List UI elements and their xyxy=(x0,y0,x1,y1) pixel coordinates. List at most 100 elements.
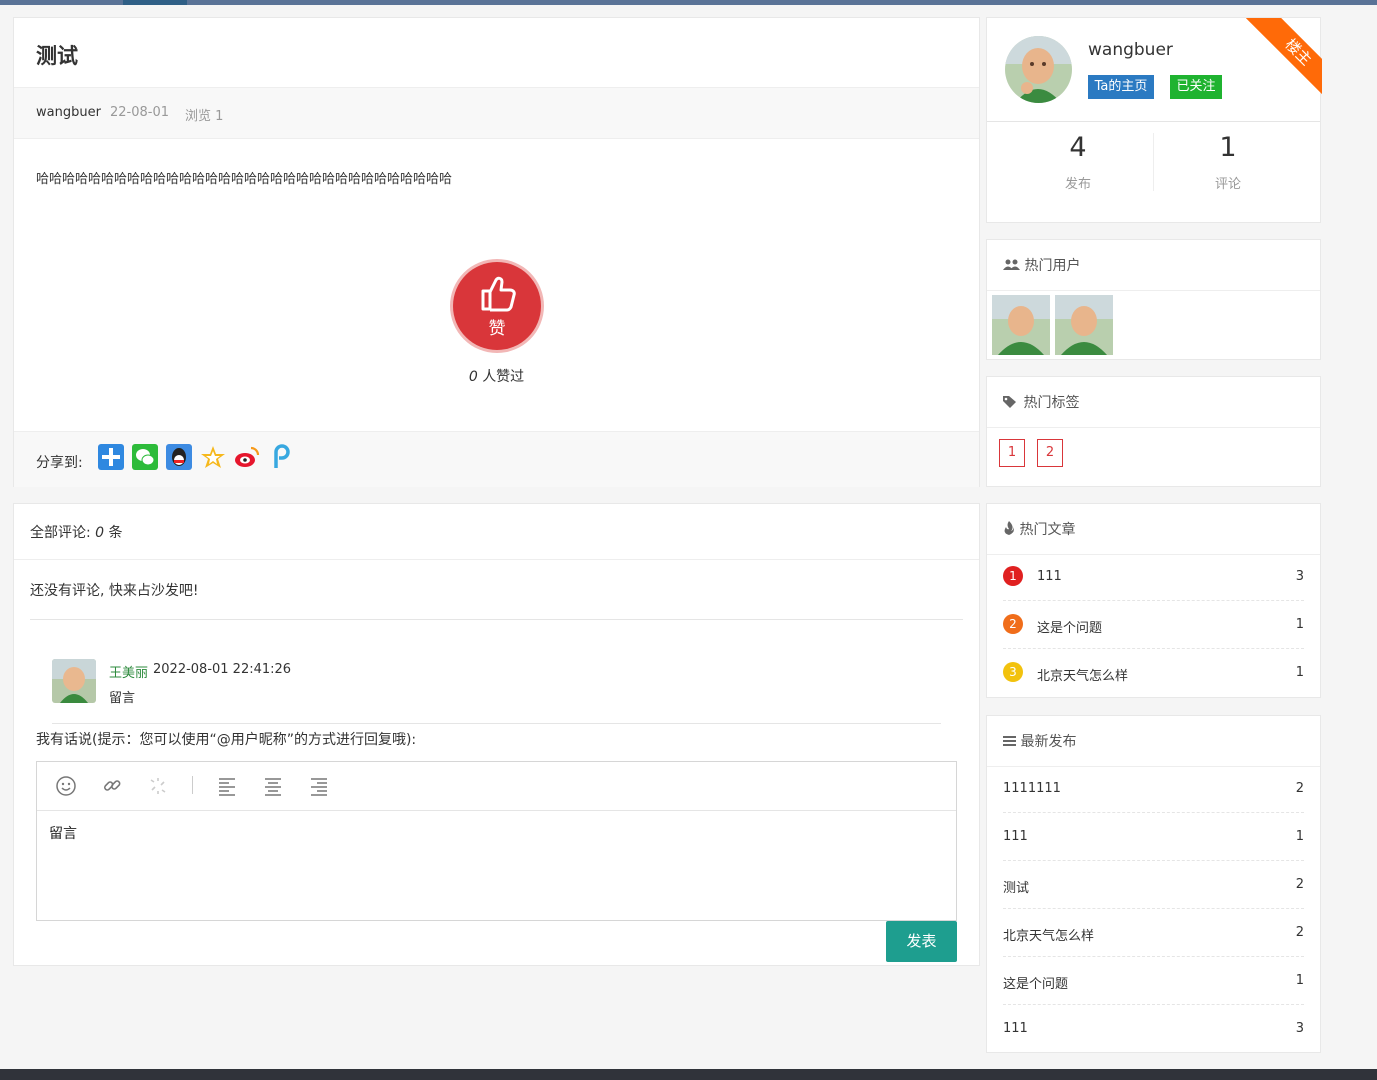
editor-content[interactable]: 留言 xyxy=(49,823,77,843)
rank-badge: 1 xyxy=(1003,566,1023,586)
like-count-suffix: 人赞过 xyxy=(482,369,525,385)
latest-post-title[interactable]: 1111111 xyxy=(1003,781,1061,796)
share-label: 分享到: xyxy=(36,455,83,471)
article-title: 测试 xyxy=(36,44,78,68)
divider xyxy=(987,121,1320,122)
align-right-icon[interactable] xyxy=(307,774,331,798)
owner-ribbon: 楼主 xyxy=(1245,18,1322,95)
latest-post-title[interactable]: 111 xyxy=(1003,1021,1028,1036)
comments-header-suffix: 条 xyxy=(108,525,123,541)
comment-editor: 留言 xyxy=(36,761,957,921)
latest-post-item[interactable]: 111 3 xyxy=(1003,1005,1304,1053)
latest-post-title[interactable]: 111 xyxy=(1003,829,1028,844)
latest-post-item[interactable]: 111 1 xyxy=(1003,813,1304,861)
share-bar: 分享到: xyxy=(14,431,979,487)
hot-article-title[interactable]: 111 xyxy=(1037,569,1062,584)
unlink-icon[interactable] xyxy=(146,774,170,798)
latest-post-count: 1 xyxy=(1295,973,1304,988)
author-homepage-button[interactable]: Ta的主页 xyxy=(1088,75,1154,99)
divider xyxy=(1153,133,1154,191)
pengyou-icon[interactable] xyxy=(268,444,294,470)
latest-posts-title: 最新发布 xyxy=(1020,734,1077,750)
latest-post-title[interactable]: 北京天气怎么样 xyxy=(1003,925,1094,944)
hot-article-item[interactable]: 3 北京天气怎么样 1 xyxy=(1003,649,1304,697)
article-date: 22-08-01 xyxy=(110,105,170,120)
latest-post-count: 2 xyxy=(1295,925,1304,940)
hot-tags-header: 热门标签 xyxy=(1003,392,1079,412)
rank-badge: 3 xyxy=(1003,662,1023,682)
latest-post-title[interactable]: 测试 xyxy=(1003,877,1029,896)
hot-article-count: 1 xyxy=(1295,665,1304,680)
latest-post-item[interactable]: 这是个问题 1 xyxy=(1003,957,1304,1005)
qzone-icon[interactable] xyxy=(200,444,226,470)
tag-chip[interactable]: 1 xyxy=(999,439,1025,467)
link-icon[interactable] xyxy=(100,774,124,798)
divider xyxy=(987,427,1320,428)
hot-articles-title: 热门文章 xyxy=(1019,522,1076,538)
article-panel: 测试 wangbuer 22-08-01 浏览 1 哈哈哈哈哈哈哈哈哈哈哈哈哈哈… xyxy=(13,17,980,487)
hot-users-header: 热门用户 xyxy=(1003,255,1080,275)
reply-avatar[interactable] xyxy=(52,659,96,703)
like-count-value: 0 xyxy=(468,369,478,385)
follow-button[interactable]: 已关注 xyxy=(1170,75,1222,99)
top-nav-active-indicator xyxy=(123,0,187,5)
article-content: 哈哈哈哈哈哈哈哈哈哈哈哈哈哈哈哈哈哈哈哈哈哈哈哈哈哈哈哈哈哈哈哈 xyxy=(36,172,453,187)
stat-posts-label: 发布 xyxy=(1064,177,1091,192)
comments-empty-text: 还没有评论, 快来占沙发吧! xyxy=(30,583,199,599)
rank-badge: 2 xyxy=(1003,614,1023,634)
qq-icon[interactable] xyxy=(166,444,192,470)
latest-posts-header: 最新发布 xyxy=(1003,731,1076,751)
reply-username[interactable]: 王美丽 xyxy=(109,662,148,681)
like-count-text: 0 人赞过 xyxy=(14,366,979,386)
stat-posts-value[interactable]: 4 xyxy=(1018,132,1138,163)
latest-post-item[interactable]: 北京天气怎么样 2 xyxy=(1003,909,1304,957)
hot-tags-panel: 热门标签 1 2 xyxy=(986,376,1321,487)
emoji-icon[interactable] xyxy=(54,774,78,798)
article-meta: wangbuer 22-08-01 浏览 1 xyxy=(14,87,979,139)
divider xyxy=(52,723,941,724)
hot-article-count: 3 xyxy=(1295,569,1304,584)
hot-article-title[interactable]: 北京天气怎么样 xyxy=(1037,665,1128,684)
hot-tags-title: 热门标签 xyxy=(1023,395,1080,411)
fire-icon xyxy=(1004,521,1014,535)
share-more-icon[interactable] xyxy=(98,444,124,470)
latest-post-count: 2 xyxy=(1295,781,1304,796)
hot-article-item[interactable]: 1 111 3 xyxy=(1003,553,1304,601)
hot-articles-panel: 热门文章 1 111 3 2 这是个问题 1 3 北京天气怎么样 1 xyxy=(986,503,1321,698)
list-icon xyxy=(1003,736,1016,746)
align-center-icon[interactable] xyxy=(261,774,285,798)
tag-chip[interactable]: 2 xyxy=(1037,439,1063,467)
article-author[interactable]: wangbuer xyxy=(36,105,101,120)
wechat-icon[interactable] xyxy=(132,444,158,470)
latest-post-item[interactable]: 1111111 2 xyxy=(1003,765,1304,813)
toolbar-separator xyxy=(192,776,193,794)
divider xyxy=(30,619,963,620)
author-avatar[interactable] xyxy=(1005,36,1072,103)
submit-comment-button[interactable]: 发表 xyxy=(886,921,957,962)
editor-toolbar xyxy=(37,762,956,811)
hot-user-avatar[interactable] xyxy=(1055,295,1113,355)
hot-article-item[interactable]: 2 这是个问题 1 xyxy=(1003,601,1304,649)
owner-ribbon-label: 楼主 xyxy=(1246,18,1322,95)
reply-time: 2022-08-01 22:41:26 xyxy=(153,662,292,677)
like-label: 赞 xyxy=(488,319,506,339)
stat-comments-value[interactable]: 1 xyxy=(1168,132,1288,163)
hot-user-avatar[interactable] xyxy=(992,295,1050,355)
hot-users-title: 热门用户 xyxy=(1024,258,1081,274)
weibo-icon[interactable] xyxy=(234,444,260,470)
align-left-icon[interactable] xyxy=(215,774,239,798)
tags-icon xyxy=(1003,396,1016,408)
latest-post-title[interactable]: 这是个问题 xyxy=(1003,973,1068,992)
hot-articles-header: 热门文章 xyxy=(1003,519,1075,539)
hot-article-count: 1 xyxy=(1295,617,1304,632)
footer-bar xyxy=(0,1069,1377,1080)
latest-post-item[interactable]: 测试 2 xyxy=(1003,861,1304,909)
comments-header-prefix: 全部评论: xyxy=(30,525,91,541)
hot-article-title[interactable]: 这是个问题 xyxy=(1037,617,1102,636)
like-button[interactable]: 赞 xyxy=(453,262,541,350)
author-name[interactable]: wangbuer xyxy=(1088,40,1173,60)
comments-count: 0 xyxy=(95,525,105,541)
reply-text: 留言 xyxy=(109,691,136,706)
users-icon xyxy=(1003,259,1020,270)
latest-post-count: 3 xyxy=(1295,1021,1304,1036)
